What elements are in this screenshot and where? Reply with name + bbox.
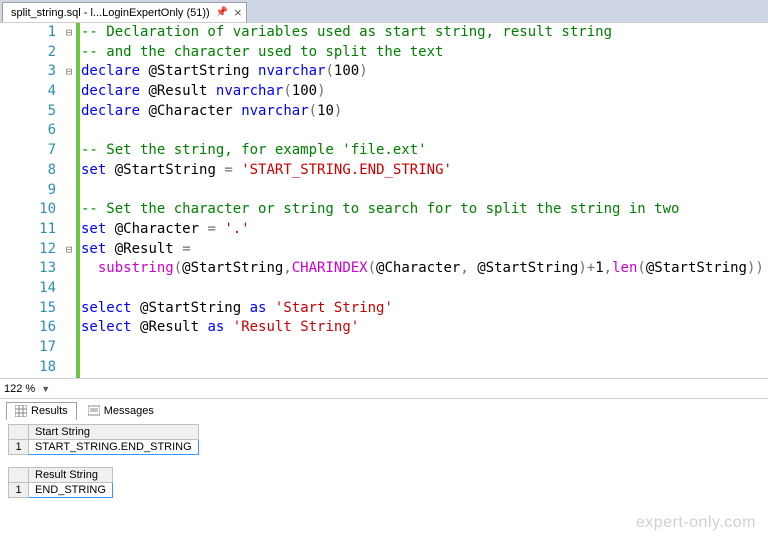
line-number: 9: [0, 181, 60, 201]
fold-toggle: [62, 121, 76, 141]
line-number: 18: [0, 358, 60, 378]
line-number: 8: [0, 161, 60, 181]
messages-tab[interactable]: Messages: [79, 402, 163, 420]
grid-icon: [15, 405, 27, 417]
fold-toggle[interactable]: ⊟: [62, 62, 76, 82]
line-number: 2: [0, 43, 60, 63]
results-tab-label: Results: [31, 405, 68, 417]
result-grid[interactable]: Result String1END_STRING: [8, 467, 113, 498]
fold-toggle: [62, 220, 76, 240]
fold-toggle: [62, 161, 76, 181]
code-line[interactable]: -- Set the character or string to search…: [81, 200, 768, 220]
code-line[interactable]: [81, 338, 768, 358]
grid-corner: [9, 425, 29, 440]
results-tab-bar: Results Messages: [0, 398, 768, 420]
fold-toggle: [62, 141, 76, 161]
line-number: 10: [0, 200, 60, 220]
row-header[interactable]: 1: [9, 440, 29, 455]
tab-bar: split_string.sql - l...LoginExpertOnly (…: [0, 0, 768, 22]
code-line[interactable]: [81, 121, 768, 141]
fold-toggle: [62, 200, 76, 220]
fold-toggle: [62, 338, 76, 358]
line-number: 16: [0, 318, 60, 338]
messages-icon: [88, 405, 100, 417]
line-number: 14: [0, 279, 60, 299]
result-grid[interactable]: Start String1START_STRING.END_STRING: [8, 424, 199, 455]
close-icon[interactable]: ×: [234, 6, 242, 19]
line-number: 1: [0, 23, 60, 43]
line-number: 3: [0, 62, 60, 82]
code-line[interactable]: declare @StartString nvarchar(100): [81, 62, 768, 82]
code-line[interactable]: select @Result as 'Result String': [81, 318, 768, 338]
code-line[interactable]: [81, 358, 768, 378]
cell-value[interactable]: END_STRING: [29, 483, 113, 498]
code-line[interactable]: substring(@StartString,CHARINDEX(@Charac…: [81, 259, 768, 279]
column-header[interactable]: Start String: [29, 425, 199, 440]
editor: 123456789101112131415161718 ⊟⊟⊟ -- Decla…: [0, 22, 768, 378]
fold-toggle: [62, 358, 76, 378]
line-number: 4: [0, 82, 60, 102]
watermark: expert-only.com: [636, 514, 756, 532]
fold-toggle[interactable]: ⊟: [62, 23, 76, 43]
line-number: 6: [0, 121, 60, 141]
grid-corner: [9, 468, 29, 483]
code-line[interactable]: -- Declaration of variables used as star…: [81, 23, 768, 43]
code-line[interactable]: -- Set the string, for example 'file.ext…: [81, 141, 768, 161]
line-number: 15: [0, 299, 60, 319]
code-area[interactable]: -- Declaration of variables used as star…: [80, 23, 768, 378]
line-number: 13: [0, 259, 60, 279]
line-number-gutter: 123456789101112131415161718: [0, 23, 62, 378]
fold-toggle: [62, 259, 76, 279]
fold-toggle: [62, 318, 76, 338]
line-number: 12: [0, 240, 60, 260]
fold-toggle[interactable]: ⊟: [62, 240, 76, 260]
fold-toggle: [62, 82, 76, 102]
results-grid-area: Start String1START_STRING.END_STRINGResu…: [0, 420, 768, 498]
zoom-dropdown-icon[interactable]: ▼: [41, 384, 50, 394]
column-header[interactable]: Result String: [29, 468, 113, 483]
file-tab[interactable]: split_string.sql - l...LoginExpertOnly (…: [2, 2, 247, 22]
line-number: 17: [0, 338, 60, 358]
fold-toggle: [62, 43, 76, 63]
code-line[interactable]: set @StartString = 'START_STRING.END_STR…: [81, 161, 768, 181]
code-line[interactable]: set @Result =: [81, 240, 768, 260]
results-tab[interactable]: Results: [6, 402, 77, 420]
code-line[interactable]: [81, 279, 768, 299]
cell-value[interactable]: START_STRING.END_STRING: [29, 440, 199, 455]
fold-toggle: [62, 299, 76, 319]
fold-toggle: [62, 279, 76, 299]
row-header[interactable]: 1: [9, 483, 29, 498]
code-line[interactable]: -- and the character used to split the t…: [81, 43, 768, 63]
line-number: 5: [0, 102, 60, 122]
code-line[interactable]: set @Character = '.': [81, 220, 768, 240]
zoom-bar: 122 % ▼: [0, 378, 768, 398]
code-line[interactable]: select @StartString as 'Start String': [81, 299, 768, 319]
line-number: 7: [0, 141, 60, 161]
code-line[interactable]: [81, 181, 768, 201]
messages-tab-label: Messages: [104, 405, 154, 417]
fold-gutter[interactable]: ⊟ ⊟ ⊟: [62, 23, 76, 378]
code-line[interactable]: declare @Result nvarchar(100): [81, 82, 768, 102]
zoom-value: 122 %: [4, 383, 35, 395]
code-line[interactable]: declare @Character nvarchar(10): [81, 102, 768, 122]
tab-title: split_string.sql - l...LoginExpertOnly (…: [11, 7, 210, 19]
line-number: 11: [0, 220, 60, 240]
fold-toggle: [62, 181, 76, 201]
pin-icon[interactable]: 📌: [216, 7, 228, 18]
fold-toggle: [62, 102, 76, 122]
